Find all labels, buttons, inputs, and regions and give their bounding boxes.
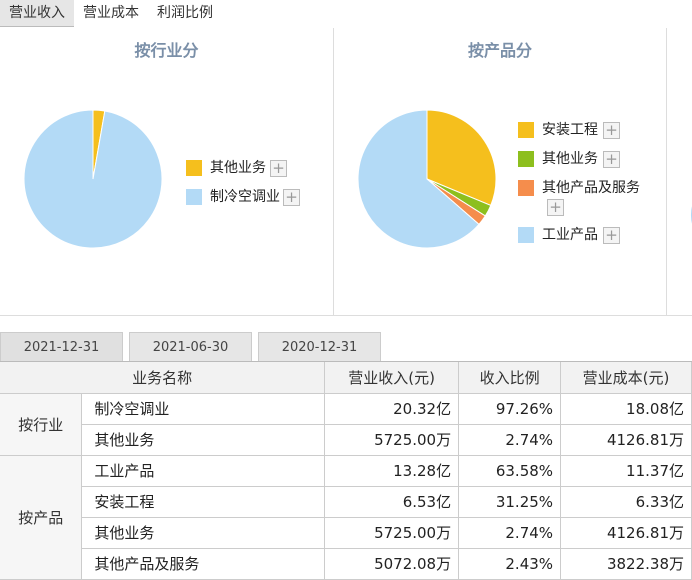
group-label: 按行业 [0,392,83,456]
table-header-row: 业务名称 营业收入(元) 收入比例 营业成本(元) [0,362,692,394]
panel-divider [666,28,667,315]
legend-swatch [518,151,534,167]
row-ratio: 63.58% [458,454,562,487]
chart-panels: 按行业分 其他业务 + 制冷空调业 + 按产品分 安装工程 + 其他业务 + 其… [0,28,692,316]
legend-label: 安装工程 [542,122,598,138]
row-cost: 6.33亿 [560,485,692,518]
tab-profit-ratio[interactable]: 利润比例 [148,0,222,27]
row-revenue: 5725.00万 [324,516,460,549]
row-cost: 11.37亿 [560,454,692,487]
date-tab-bar: 2021-12-31 2021-06-30 2020-12-31 [0,332,692,363]
expand-plus-button[interactable]: + [270,160,287,177]
legend-label: 制冷空调业 [210,189,280,205]
row-ratio: 2.43% [458,547,562,580]
legend-swatch [518,122,534,138]
date-tab[interactable]: 2021-12-31 [0,332,123,363]
header-revenue: 营业收入(元) [324,362,460,394]
group-label: 按产品 [0,454,83,580]
product-legend: 安装工程 + 其他业务 + 其他产品及服务 + 工业产品 + [518,121,663,251]
row-revenue: 6.53亿 [324,485,460,518]
legend-label: 其他业务 [210,160,266,176]
row-cost: 4126.81万 [560,423,692,456]
expand-plus-button[interactable]: + [283,189,300,206]
row-name: 制冷空调业 [81,392,326,425]
industry-legend: 其他业务 + 制冷空调业 + [186,159,326,219]
header-ratio: 收入比例 [458,362,562,394]
row-revenue: 13.28亿 [324,454,460,487]
row-cost: 3822.38万 [560,547,692,580]
panel-title-industry: 按行业分 [134,41,199,60]
expand-plus-button[interactable]: + [603,151,620,168]
row-ratio: 97.26% [458,392,562,425]
header-cost: 营业成本(元) [560,362,692,394]
legend-swatch [518,180,534,196]
row-name: 其他产品及服务 [81,547,326,580]
table-row: 其他业务 5725.00万 2.74% 4126.81万 [0,516,692,549]
table-row: 按行业 制冷空调业 20.32亿 97.26% 18.08亿 [0,392,692,456]
table-row: 按产品 工业产品 13.28亿 63.58% 11.37亿 [0,454,692,580]
expand-plus-button[interactable]: + [547,199,564,216]
expand-plus-button[interactable]: + [603,227,620,244]
header-business-name: 业务名称 [0,362,326,394]
row-name: 安装工程 [81,485,326,518]
row-revenue: 5072.08万 [324,547,460,580]
panel-title-product: 按产品分 [467,41,532,60]
table-row: 安装工程 6.53亿 31.25% 6.33亿 [0,485,692,518]
pie-slice[interactable] [23,109,163,249]
panel-by-product: 按产品分 安装工程 + 其他业务 + 其他产品及服务 + 工业产品 + [334,28,666,315]
legend-label: 其他产品及服务 [542,180,640,196]
date-tab[interactable]: 2020-12-31 [258,332,381,363]
row-ratio: 2.74% [458,516,562,549]
row-ratio: 31.25% [458,485,562,518]
industry-pie-chart [23,109,163,249]
product-pie-chart [357,109,497,249]
table-row: 其他产品及服务 5072.08万 2.43% 3822.38万 [0,547,692,580]
legend-label: 其他业务 [542,151,598,167]
row-cost: 18.08亿 [560,392,692,425]
legend-swatch [186,160,202,176]
top-tab-bar: 营业收入 营业成本 利润比例 [0,0,692,28]
legend-label: 工业产品 [542,227,598,243]
partial-pie-edge [691,206,692,224]
expand-plus-button[interactable]: + [603,122,620,139]
legend-swatch [186,189,202,205]
row-ratio: 2.74% [458,423,562,456]
table-row: 其他业务 5725.00万 2.74% 4126.81万 [0,423,692,456]
tab-cost[interactable]: 营业成本 [74,0,148,27]
business-table: 业务名称 营业收入(元) 收入比例 营业成本(元) 按行业 制冷空调业 20.3… [0,362,692,580]
tab-revenue[interactable]: 营业收入 [0,0,74,27]
row-name: 其他业务 [81,516,326,549]
date-tab[interactable]: 2021-06-30 [129,332,252,363]
row-cost: 4126.81万 [560,516,692,549]
legend-swatch [518,227,534,243]
row-revenue: 20.32亿 [324,392,460,425]
row-name: 其他业务 [81,423,326,456]
row-name: 工业产品 [81,454,326,487]
row-revenue: 5725.00万 [324,423,460,456]
panel-by-industry: 按行业分 其他业务 + 制冷空调业 + [0,28,333,315]
